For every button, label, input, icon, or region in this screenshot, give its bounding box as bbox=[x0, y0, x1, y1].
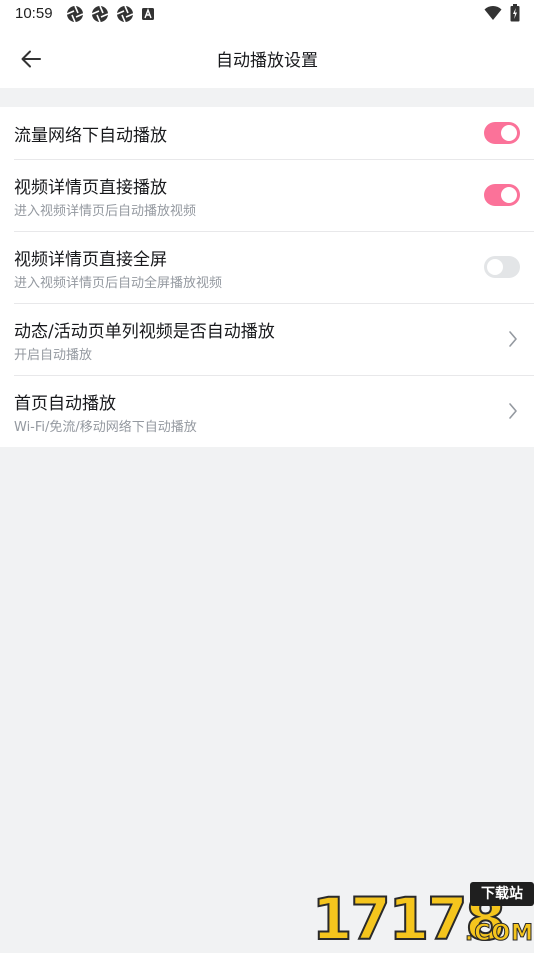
setting-row-cellular-autoplay[interactable]: 流量网络下自动播放 bbox=[0, 107, 534, 159]
wifi-icon bbox=[484, 5, 502, 20]
page-title: 自动播放设置 bbox=[216, 51, 318, 71]
status-icons-left bbox=[66, 5, 155, 23]
setting-subtitle: 进入视频详情页后自动全屏播放视频 bbox=[14, 276, 223, 291]
setting-row-detail-autoplay[interactable]: 视频详情页直接播放 进入视频详情页后自动播放视频 bbox=[0, 159, 534, 231]
keyboard-a-icon bbox=[142, 8, 154, 20]
toggle-knob bbox=[501, 125, 517, 141]
setting-title: 动态/活动页单列视频是否自动播放 bbox=[14, 322, 275, 342]
setting-title: 首页自动播放 bbox=[14, 394, 116, 414]
toggle-knob bbox=[487, 259, 503, 275]
setting-title: 视频详情页直接全屏 bbox=[14, 250, 167, 270]
watermark-badge: 下载站 bbox=[470, 882, 534, 906]
setting-subtitle: 进入视频详情页后自动播放视频 bbox=[14, 204, 197, 219]
setting-row-home-autoplay[interactable]: 首页自动播放 Wi-Fi/免流/移动网络下自动播放 bbox=[0, 375, 534, 447]
aperture-icon bbox=[116, 5, 134, 23]
status-bar: 10:59 bbox=[0, 0, 534, 28]
aperture-icon bbox=[91, 5, 109, 23]
site-watermark-logo: 17178 下载站 .COM bbox=[308, 880, 534, 950]
status-icons-right bbox=[484, 4, 520, 22]
detail-fullscreen-toggle[interactable] bbox=[484, 256, 520, 278]
setting-title: 流量网络下自动播放 bbox=[14, 126, 167, 146]
aperture-icon bbox=[66, 5, 84, 23]
status-time: 10:59 bbox=[15, 5, 53, 22]
header: 自动播放设置 bbox=[0, 28, 534, 88]
chevron-right-icon[interactable] bbox=[508, 330, 518, 348]
watermark-suffix: .COM bbox=[464, 921, 534, 947]
setting-subtitle: Wi-Fi/免流/移动网络下自动播放 bbox=[14, 420, 197, 435]
setting-title: 视频详情页直接播放 bbox=[14, 178, 167, 198]
battery-icon bbox=[510, 4, 520, 22]
toggle-knob bbox=[501, 187, 517, 203]
cellular-autoplay-toggle[interactable] bbox=[484, 122, 520, 144]
detail-autoplay-toggle[interactable] bbox=[484, 184, 520, 206]
settings-list: 流量网络下自动播放 视频详情页直接播放 进入视频详情页后自动播放视频 视频详情页… bbox=[0, 107, 534, 447]
chevron-right-icon[interactable] bbox=[508, 402, 518, 420]
setting-row-detail-fullscreen[interactable]: 视频详情页直接全屏 进入视频详情页后自动全屏播放视频 bbox=[0, 231, 534, 303]
setting-subtitle: 开启自动播放 bbox=[14, 348, 93, 363]
setting-row-feed-autoplay[interactable]: 动态/活动页单列视频是否自动播放 开启自动播放 bbox=[0, 303, 534, 375]
